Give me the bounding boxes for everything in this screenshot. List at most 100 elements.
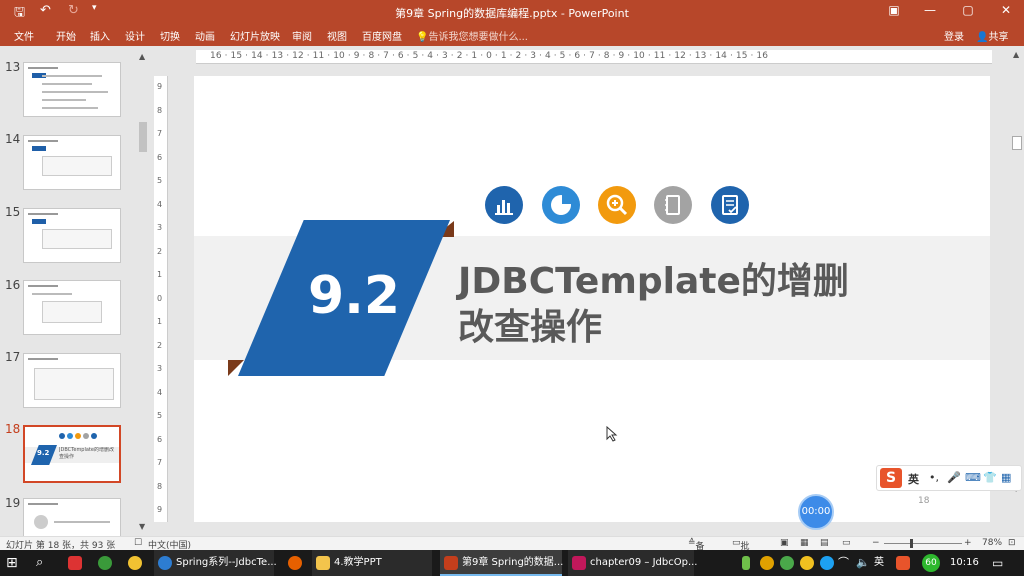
vertical-ruler-mark: 6 [157,434,163,444]
search-icon[interactable]: ⌕ [36,550,43,576]
slide-thumbnail-19[interactable] [23,498,121,538]
app-icon-2[interactable] [98,556,112,570]
vertical-ruler-mark: 6 [157,152,163,162]
tab-view[interactable]: 视图 [327,28,347,43]
slide-thumbnail-16[interactable] [23,280,121,335]
app-icon-1[interactable] [68,556,82,570]
tab-design[interactable]: 设计 [125,28,145,43]
status-bar: 幻灯片 第 18 张，共 93 张 ☐ 中文(中国) ≙ 备注 ▭ 批注 ▣ ▦… [0,536,1024,565]
accessibility-icon[interactable]: ☐ [134,538,142,548]
maximize-button[interactable]: ▢ [958,3,978,17]
tab-slideshow[interactable]: 幻灯片放映 [230,28,280,43]
tray-icon-4[interactable] [820,556,834,570]
badge-60[interactable]: 60 [922,554,940,572]
slide-number-13: 13 [5,60,21,74]
slide-number-14: 14 [5,132,21,146]
taskbar-intellij[interactable]: chapter09 – JdbcOp... [568,550,697,576]
ime-language[interactable]: 英 [908,471,919,487]
slide-number-18: 18 [5,422,21,436]
slide-thumbnail-15[interactable] [23,208,121,263]
tray-icon-3[interactable] [800,556,814,570]
zoom-slider-thumb[interactable] [910,539,913,548]
taskbar-edge[interactable]: Spring系列--JdbcTe... [154,550,277,576]
clock[interactable]: 10:16 [950,550,979,576]
ribbon-display-icon[interactable]: ▣ [884,3,904,17]
scroll-up-icon[interactable]: ▲ [1013,50,1019,59]
vertical-ruler-mark: 1 [157,317,163,326]
ime-toolbar[interactable]: S 英 •, 🎤 ⌨ 👕 ▦ [876,465,1022,491]
vertical-ruler-mark: 5 [157,411,163,420]
taskbar-explorer[interactable]: 4.教学PPT [312,550,432,576]
vertical-ruler-mark: 9 [157,505,163,514]
slide-sorter-icon[interactable]: ▦ [800,538,809,548]
zoom-in-button-icon[interactable]: + [964,538,972,548]
grid-icon[interactable]: ▦ [1001,471,1011,484]
tray-icon-1[interactable] [760,556,774,570]
login-button[interactable]: 登录 [944,28,964,43]
fit-slide-icon[interactable]: ⊡ [1008,538,1016,548]
tab-insert[interactable]: 插入 [90,28,110,43]
slide-thumbnail-13[interactable] [23,62,121,117]
slideshow-view-icon[interactable]: ▭ [842,538,851,548]
firefox-icon[interactable] [288,556,302,570]
tab-review[interactable]: 审阅 [292,28,312,43]
slide-number-15: 15 [5,205,21,219]
volume-icon[interactable]: 🔈 [856,550,870,576]
ime-punct[interactable]: •, [929,471,939,484]
section-number: 9.2 [307,266,401,326]
comments-button[interactable]: ▭ 批注 [732,538,750,565]
slide-number-17: 17 [5,350,21,364]
vertical-ruler-mark: 2 [157,246,163,256]
tab-home[interactable]: 开始 [56,28,76,43]
share-button[interactable]: 👤共享 [976,28,1008,43]
mouse-cursor-icon [606,426,618,442]
reading-view-icon[interactable]: ▤ [820,538,829,548]
slide-scrollbar[interactable]: ▲ ▼ [1010,46,1024,536]
ime-indicator[interactable]: 英 [874,550,884,576]
slide-canvas[interactable]: 9.2 JDBCTemplate的增删 改查操作 18 [194,76,990,522]
keyboard-icon[interactable]: ⌨ [965,471,981,484]
zoom-slider[interactable] [884,543,962,544]
slide-number-19: 19 [5,496,21,510]
battery-icon[interactable] [742,556,750,570]
close-button[interactable]: ✕ [996,3,1016,17]
notes-button[interactable]: ≙ 备注 [688,538,705,565]
network-icon[interactable]: ⌒ [838,550,849,576]
tab-transitions[interactable]: 切换 [160,28,180,43]
normal-view-icon[interactable]: ▣ [780,538,789,548]
slide-number-16: 16 [5,278,21,292]
scroll-up-icon[interactable]: ▲ [139,52,145,61]
sogou-tray-icon[interactable] [896,556,910,570]
tray-icon-2[interactable] [780,556,794,570]
vertical-ruler-mark: 4 [157,199,163,209]
scroll-thumb[interactable] [1012,136,1022,150]
vertical-ruler-mark: 5 [157,176,163,185]
minimize-button[interactable]: — [920,3,940,17]
slide-thumbnail-17[interactable] [23,353,121,408]
tab-animations[interactable]: 动画 [195,28,215,43]
mic-icon[interactable]: 🎤 [947,471,961,484]
vertical-ruler-mark: 0 [157,293,163,303]
thumbnail-scrollbar[interactable]: ▲ ▼ [137,52,149,532]
checklist-icon [711,186,749,224]
ribbon-tabs: 文件 开始 插入 设计 切换 动画 幻灯片放映 审阅 视图 百度网盘 💡告诉我您… [0,24,1024,46]
pie-chart-icon [542,186,580,224]
scroll-down-icon[interactable]: ▼ [139,522,145,531]
tab-baidu-netdisk[interactable]: 百度网盘 [362,28,402,43]
taskbar-powerpoint[interactable]: 第9章 Spring的数据... [440,550,563,576]
notebook-icon [654,186,692,224]
slide-thumbnail-18[interactable]: 9.2 JDBCTemplate的增删改查操作 [23,425,121,483]
notification-icon[interactable]: ▭ [992,550,1003,576]
tell-me-search[interactable]: 💡告诉我您想要做什么... [416,28,528,43]
recording-timer[interactable]: 00:00 [798,494,834,530]
slide-thumbnail-14[interactable] [23,135,121,190]
zoom-level[interactable]: 78% [982,538,1002,548]
lightbulb-icon: 💡 [416,32,429,43]
slide-title-line2: 改查操作 [458,307,603,348]
vertical-ruler: 9 8 7 6 5 4 3 2 1 0 1 2 3 4 5 6 7 8 9 [154,76,168,522]
tab-file[interactable]: 文件 [14,28,34,43]
zoom-out-icon[interactable]: − [872,538,880,548]
shirt-icon[interactable]: 👕 [983,471,997,484]
chrome-icon[interactable] [128,556,142,570]
windows-start-icon[interactable]: ⊞ [6,550,18,576]
